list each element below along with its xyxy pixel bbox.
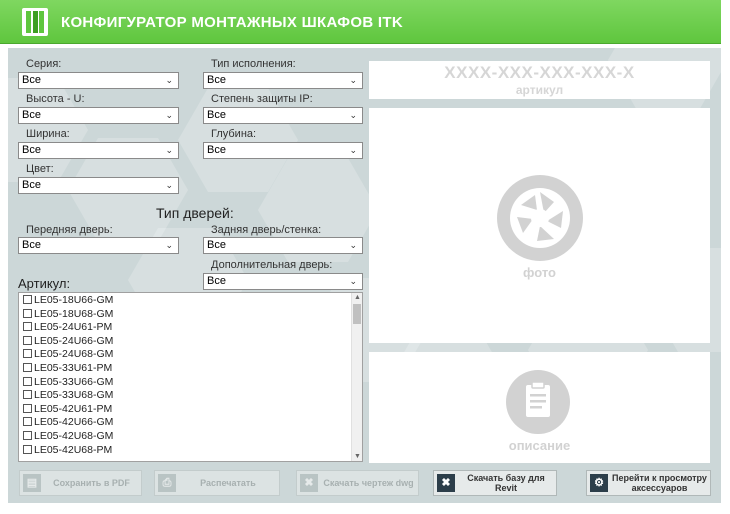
checkbox[interactable] [23,322,32,332]
scroll-down-icon[interactable]: ▼ [354,453,361,460]
list-item[interactable]: LE05-18U66-GM [19,294,362,308]
camera-shutter-icon [497,175,583,261]
itk-logo [22,8,48,36]
color-select[interactable]: Все ⌄ [18,177,179,194]
list-item[interactable]: LE05-24U61-PM [19,321,362,335]
chevron-down-icon: ⌄ [165,75,173,85]
list-item[interactable]: LE05-24U66-GM [19,335,362,349]
article-item-label: LE05-33U68-GM [34,389,114,402]
checkbox[interactable] [23,430,32,440]
checkbox[interactable] [23,376,32,386]
list-scrollbar[interactable]: ▲ ▼ [351,293,362,461]
checkbox[interactable] [23,444,32,454]
gear-icon: ⚙ [590,474,608,492]
list-item[interactable]: LE05-42U66-GM [19,416,362,430]
download-revit-button[interactable]: ✖ Скачать базу для Revit [433,470,557,496]
rear-door-label: Задняя дверь/стенка: [211,224,322,236]
description-box: описание [369,352,710,463]
rear-door-select[interactable]: Все ⌄ [203,237,363,254]
article-code-caption: артикул [515,83,564,97]
printer-icon: ⎙ [158,474,176,492]
protection-select[interactable]: Все ⌄ [203,107,363,124]
chevron-down-icon: ⌄ [349,75,357,85]
clipboard-icon [506,370,570,434]
height-label: Высота - U: [26,93,85,105]
list-item[interactable]: LE05-42U61-PM [19,403,362,417]
type-select[interactable]: Все ⌄ [203,72,363,89]
article-item-label: LE05-33U61-PM [34,361,113,374]
article-item-label: LE05-18U68-GM [34,307,114,320]
list-item[interactable]: LE05-33U61-PM [19,362,362,376]
app-title: КОНФИГУРАТОР МОНТАЖНЫХ ШКАФОВ ITK [61,14,403,31]
document-icon: ▤ [23,474,41,492]
article-code: XXXX-XXX-XXX-XXX-X [444,63,635,82]
checkbox[interactable] [23,390,32,400]
chevron-down-icon: ⌄ [165,110,173,120]
header-bar: КОНФИГУРАТОР МОНТАЖНЫХ ШКАФОВ ITK [0,0,721,44]
width-label: Ширина: [26,128,70,140]
article-item-label: LE05-33U66-GM [34,375,114,388]
checkbox[interactable] [23,308,32,318]
article-item-label: LE05-24U61-PM [34,321,113,334]
article-item-label: LE05-42U68-GM [34,429,114,442]
tools-icon: ✖ [300,474,318,492]
checkbox[interactable] [23,417,32,427]
list-item[interactable]: LE05-18U68-GM [19,308,362,322]
extra-door-label: Дополнительная дверь: [211,259,333,271]
chevron-down-icon: ⌄ [165,180,173,190]
extra-door-select[interactable]: Все ⌄ [203,273,363,290]
tools-icon: ✖ [437,474,455,492]
article-item-label: LE05-42U66-GM [34,416,114,429]
list-item[interactable]: LE05-42U68-GM [19,430,362,444]
photo-caption: фото [523,265,556,280]
chevron-down-icon: ⌄ [165,145,173,155]
article-item-label: LE05-24U68-GM [34,348,114,361]
article-item-label: LE05-42U68-PM [34,443,113,456]
chevron-down-icon: ⌄ [165,240,173,250]
scroll-up-icon[interactable]: ▲ [354,294,361,301]
chevron-down-icon: ⌄ [349,240,357,250]
photo-box: фото [369,108,710,343]
color-label: Цвет: [26,163,54,175]
type-label: Тип исполнения: [211,58,296,70]
checkbox[interactable] [23,349,32,359]
article-item-label: LE05-24U66-GM [34,334,114,347]
chevron-down-icon: ⌄ [349,276,357,286]
description-caption: описание [508,438,571,453]
protection-label: Степень защиты IP: [211,93,313,105]
series-select[interactable]: Все ⌄ [18,72,179,89]
width-select[interactable]: Все ⌄ [18,142,179,159]
download-dwg-button[interactable]: ✖ Скачать чертеж dwg [296,470,419,496]
list-item[interactable]: LE05-42U68-PM [19,444,362,458]
chevron-down-icon: ⌄ [349,145,357,155]
article-title: Артикул: [18,276,71,291]
depth-label: Глубина: [211,128,257,140]
list-item[interactable]: LE05-33U68-GM [19,389,362,403]
article-item-label: LE05-18U66-GM [34,294,114,306]
configurator-panel: Серия: Все ⌄ Высота - U: Все ⌄ Ширина: Все… [8,48,721,503]
height-select[interactable]: Все ⌄ [18,107,179,124]
checkbox[interactable] [23,362,32,372]
article-code-box: XXXX-XXX-XXX-XXX-X артикул [369,61,710,99]
list-item[interactable]: LE05-33U66-GM [19,376,362,390]
checkbox[interactable] [23,335,32,345]
series-label: Серия: [26,58,62,70]
front-door-select[interactable]: Все ⌄ [18,237,179,254]
article-item-label: LE05-42U61-PM [34,402,113,415]
list-item[interactable]: LE05-24U68-GM [19,348,362,362]
view-accessories-button[interactable]: ⚙ Перейти к просмотру аксессуаров [586,470,711,496]
chevron-down-icon: ⌄ [349,110,357,120]
scroll-thumb[interactable] [353,304,361,324]
save-pdf-button[interactable]: ▤ Сохранить в PDF [19,470,142,496]
article-list[interactable]: LE05-18U66-GM LE05-18U68-GM LE05-24U61-PM L… [18,292,363,462]
checkbox[interactable] [23,295,32,304]
front-door-label: Передняя дверь: [26,224,113,236]
print-button[interactable]: ⎙ Распечатать [154,470,280,496]
depth-select[interactable]: Все ⌄ [203,142,363,159]
door-types-title: Тип дверей: [156,205,234,221]
checkbox[interactable] [23,403,32,413]
